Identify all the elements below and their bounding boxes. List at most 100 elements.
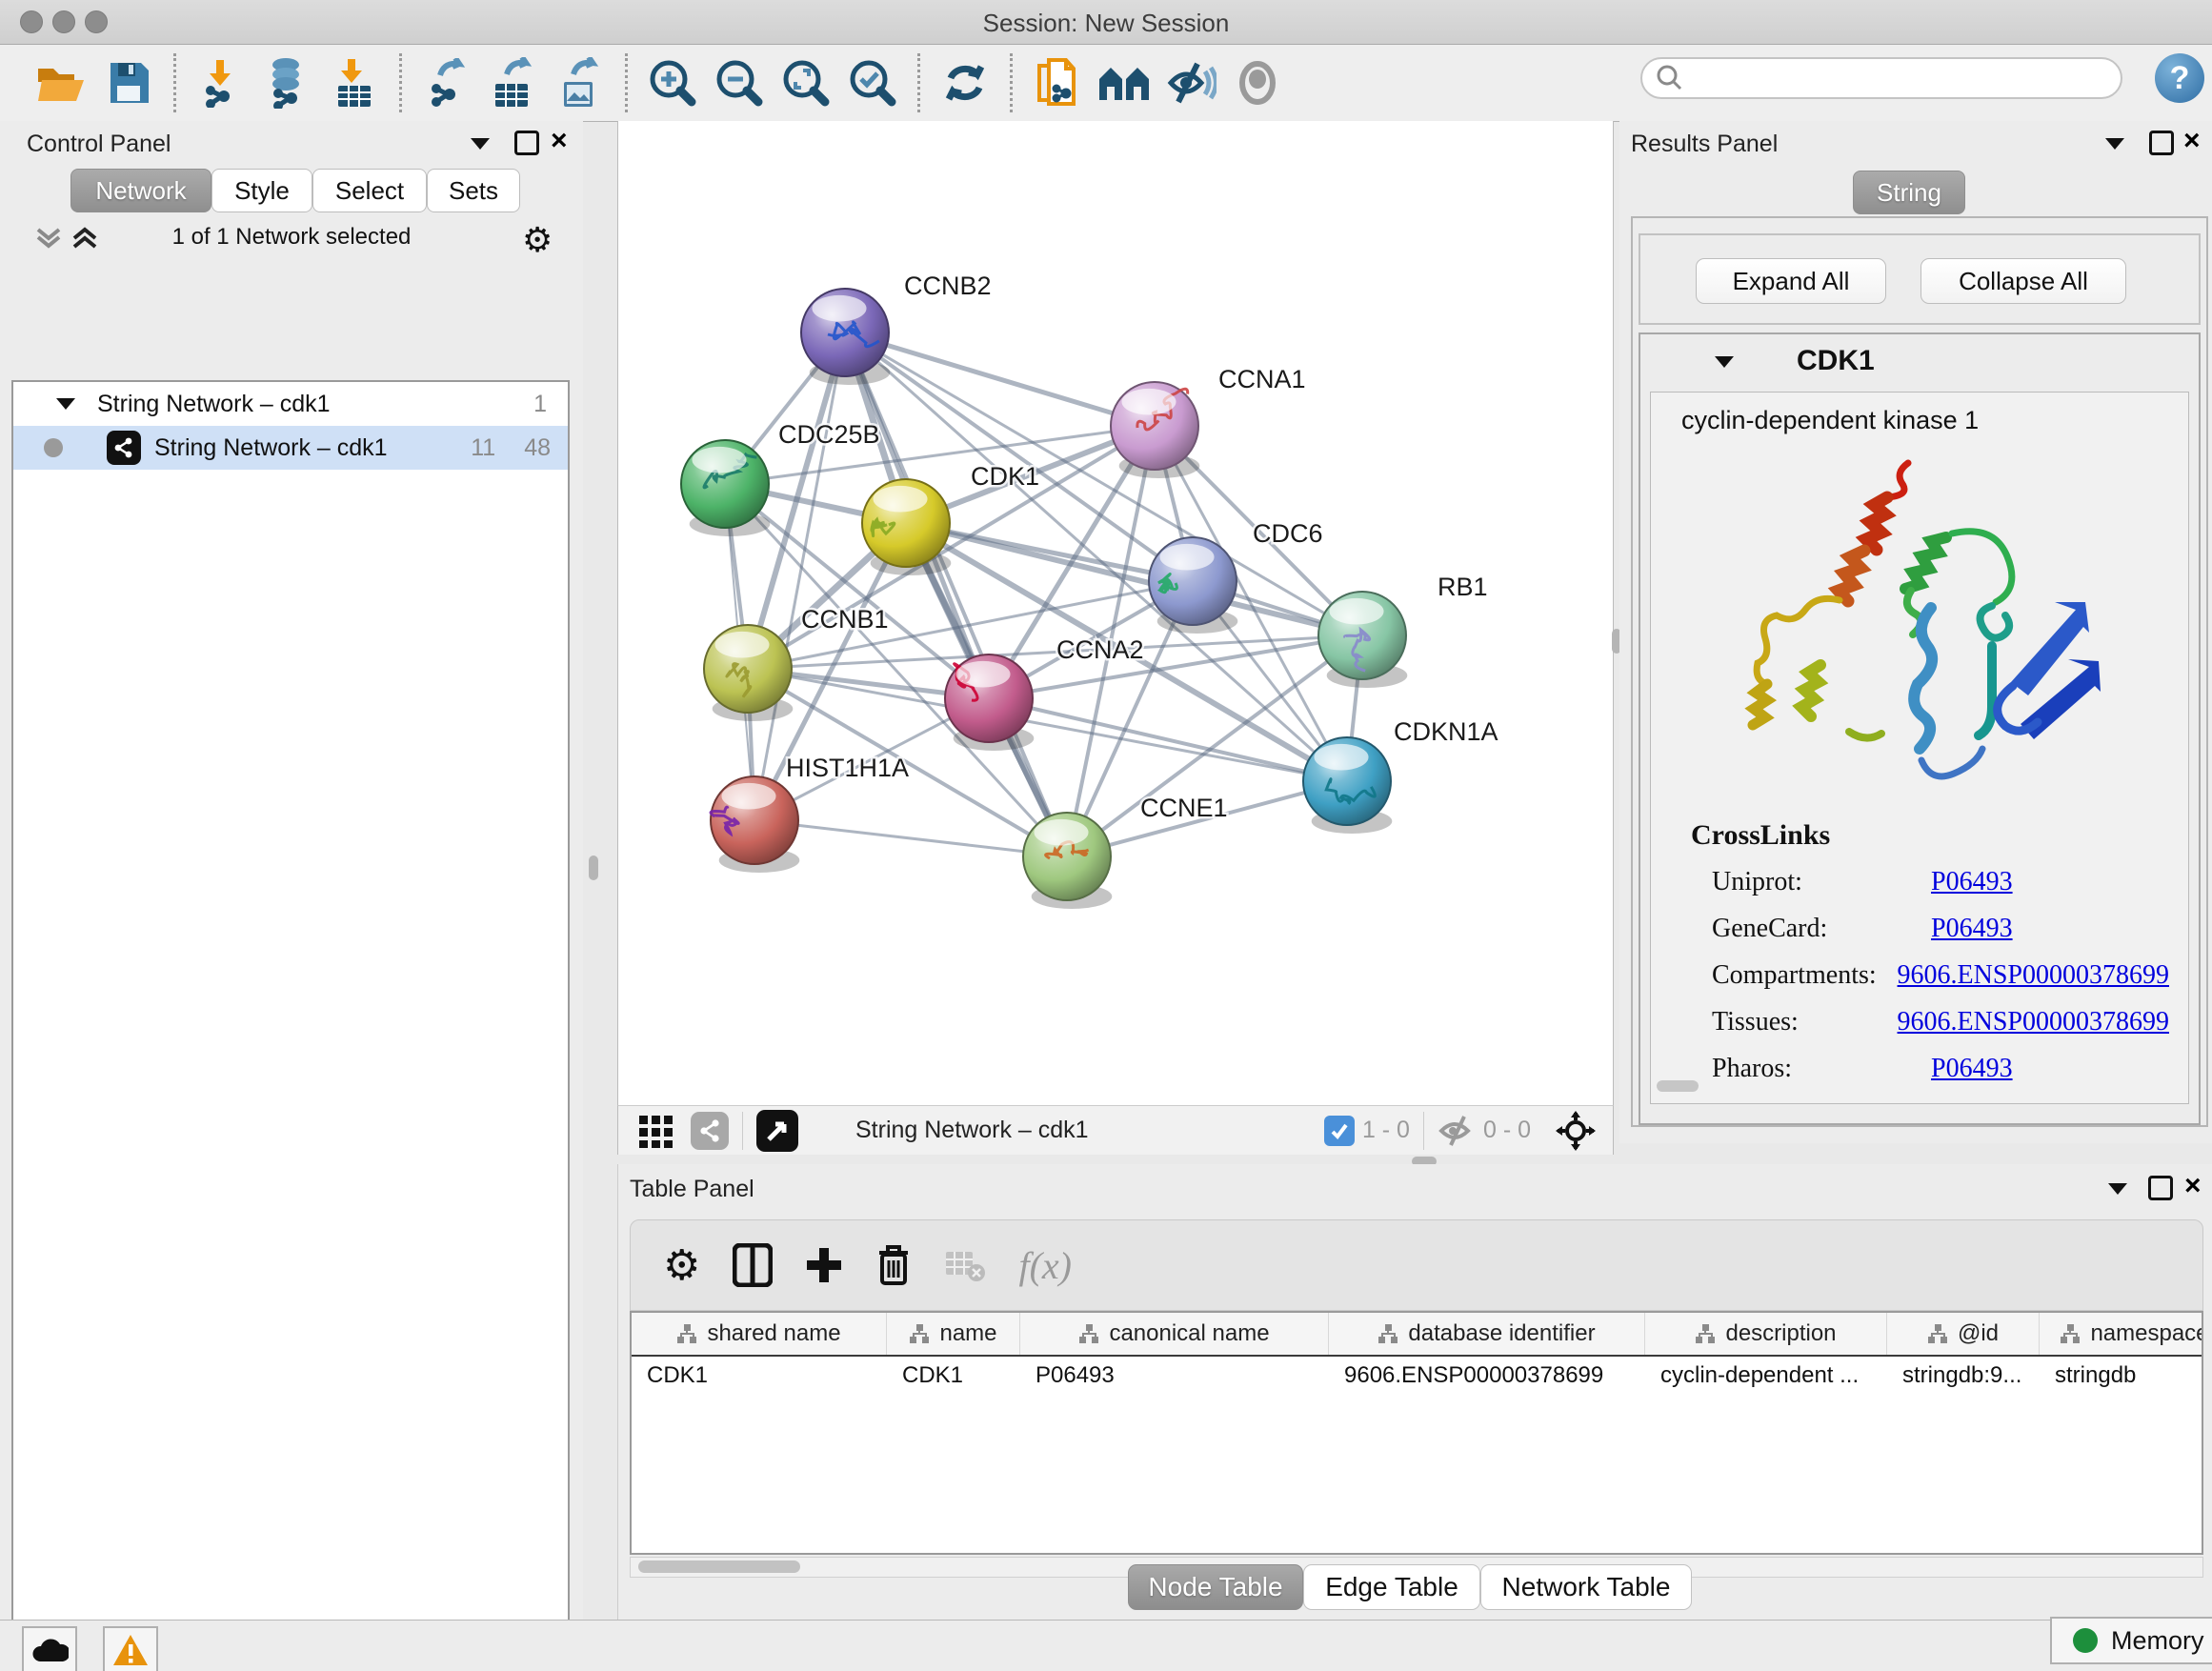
scrollbar-thumb[interactable] — [638, 1560, 800, 1573]
panel-menu-icon[interactable] — [2106, 1179, 2129, 1197]
delete-table-icon[interactable] — [944, 1248, 986, 1282]
zoom-out-button[interactable] — [706, 50, 773, 115]
import-network-database-button[interactable] — [254, 50, 321, 115]
control-panel-title: Control Panel — [27, 131, 171, 158]
open-in-browser-icon[interactable] — [756, 1110, 798, 1152]
tab-node-table[interactable]: Node Table — [1128, 1564, 1303, 1610]
table-settings-gear-icon[interactable]: ⚙ — [663, 1241, 700, 1290]
help-button[interactable]: ? — [2155, 53, 2204, 103]
zoom-in-icon — [648, 58, 697, 108]
warnings-button[interactable] — [103, 1626, 158, 1671]
zoom-in-button[interactable] — [639, 50, 706, 115]
panel-menu-icon[interactable] — [469, 134, 492, 151]
tab-string[interactable]: String — [1853, 171, 1965, 214]
float-panel-icon[interactable] — [2148, 1176, 2173, 1200]
network-node-ccna1[interactable]: CCNA1 — [1111, 365, 1306, 478]
show-columns-icon[interactable] — [733, 1243, 773, 1287]
string-network-badge-icon[interactable] — [691, 1112, 729, 1150]
tab-sets[interactable]: Sets — [427, 169, 520, 212]
close-panel-icon[interactable]: × — [551, 125, 568, 157]
collection-expand-icon[interactable] — [55, 396, 76, 412]
network-collection-row[interactable]: String Network – cdk1 1 — [13, 382, 568, 426]
close-panel-icon[interactable]: × — [2184, 1170, 2202, 1202]
import-table-file-button[interactable] — [321, 50, 388, 115]
birds-eye-grid-icon[interactable] — [639, 1114, 674, 1148]
hidden-eye-slash-icon[interactable] — [1438, 1115, 1476, 1147]
column-header[interactable]: description — [1645, 1313, 1887, 1355]
clone-network-button[interactable] — [1024, 50, 1091, 115]
network-node-hist1h1a[interactable]: HIST1H1A — [711, 754, 909, 873]
column-header[interactable]: namespace — [2040, 1313, 2203, 1355]
zoom-selected-button[interactable] — [839, 50, 906, 115]
column-header[interactable]: @id — [1887, 1313, 2040, 1355]
table-cell[interactable]: P06493 — [1020, 1357, 1329, 1395]
network-options-gear-icon[interactable]: ⚙ — [522, 220, 553, 260]
table-row[interactable]: CDK1CDK1P064939606.ENSP00000378699cyclin… — [632, 1357, 2202, 1395]
table-cell[interactable]: CDK1 — [632, 1357, 887, 1395]
crosslink-value-link[interactable]: P06493 — [1931, 914, 2013, 944]
apply-layout-button[interactable] — [932, 50, 998, 115]
column-header[interactable]: database identifier — [1329, 1313, 1645, 1355]
save-session-button[interactable] — [95, 50, 162, 115]
panel-menu-icon[interactable] — [2103, 134, 2126, 151]
vertical-splitter-handle[interactable] — [589, 856, 598, 880]
crosslink-value-link[interactable]: P06493 — [1931, 867, 2013, 897]
protein-structure-image — [1706, 446, 2106, 817]
table-cell[interactable]: 9606.ENSP00000378699 — [1329, 1357, 1645, 1395]
tab-style[interactable]: Style — [211, 169, 312, 212]
application-window: Session: New Session — [0, 0, 2212, 1671]
table-cell[interactable]: stringdb — [2040, 1357, 2203, 1395]
network-edge[interactable] — [754, 820, 1067, 856]
float-panel-icon[interactable] — [2149, 131, 2174, 155]
search-input[interactable] — [1684, 64, 2088, 92]
tab-select[interactable]: Select — [312, 169, 427, 212]
create-column-plus-icon[interactable] — [805, 1246, 843, 1284]
protein-description: cyclin-dependent kinase 1 — [1651, 393, 2188, 435]
network-graph[interactable]: CCNB2CCNA1CDC25BCDK1CDC6RB1CCNB1CCNA2CDK… — [618, 121, 1613, 1103]
crosslink-value-link[interactable]: 9606.ENSP00000378699 — [1898, 960, 2169, 991]
protein-section-header[interactable]: CDK1 — [1640, 334, 2199, 388]
table-cell[interactable]: CDK1 — [887, 1357, 1020, 1395]
memory-button[interactable]: Memory — [2050, 1617, 2212, 1664]
show-all-button[interactable] — [1224, 50, 1291, 115]
column-header[interactable]: canonical name — [1020, 1313, 1329, 1355]
export-network-button[interactable] — [413, 50, 480, 115]
zoom-fit-content-button[interactable] — [773, 50, 839, 115]
table-cell[interactable]: cyclin-dependent ... — [1645, 1357, 1887, 1395]
export-table-icon — [490, 57, 537, 109]
selected-checkbox-icon[interactable] — [1324, 1116, 1355, 1146]
hide-selected-button[interactable] — [1157, 50, 1224, 115]
section-collapse-icon[interactable] — [1713, 352, 1736, 370]
search-field[interactable] — [1640, 57, 2122, 99]
function-builder-icon[interactable]: f(x) — [1018, 1243, 1072, 1288]
export-table-button[interactable] — [480, 50, 547, 115]
network-edge[interactable] — [845, 332, 1155, 426]
tab-network-table[interactable]: Network Table — [1480, 1564, 1692, 1610]
network-canvas[interactable]: CCNB2CCNA1CDC25BCDK1CDC6RB1CCNB1CCNA2CDK… — [617, 121, 1614, 1105]
float-panel-icon[interactable] — [514, 131, 539, 155]
tab-network[interactable]: Network — [70, 169, 211, 212]
open-session-button[interactable] — [29, 50, 95, 115]
cloud-services-button[interactable] — [22, 1626, 77, 1671]
crosslink-value-link[interactable]: P06493 — [1931, 1054, 2013, 1084]
table-cell[interactable]: stringdb:9... — [1887, 1357, 2040, 1395]
fit-selected-crosshair-icon[interactable] — [1556, 1111, 1596, 1151]
network-row[interactable]: String Network – cdk1 11 48 — [13, 426, 568, 470]
network-node-rb1[interactable]: RB1 — [1318, 573, 1488, 688]
column-header[interactable]: name — [887, 1313, 1020, 1355]
network-node-cdc25b[interactable]: CDC25B — [681, 420, 880, 536]
network-node-cdkn1a[interactable]: CDKN1A — [1303, 717, 1498, 834]
export-image-button[interactable] — [547, 50, 613, 115]
close-panel-icon[interactable]: × — [2183, 125, 2201, 157]
results-scrollbar-thumb[interactable] — [1657, 1080, 1699, 1092]
import-network-file-button[interactable] — [188, 50, 254, 115]
tab-edge-table[interactable]: Edge Table — [1303, 1564, 1480, 1610]
expand-all-button[interactable]: Expand All — [1696, 258, 1886, 304]
column-header[interactable]: shared name — [632, 1313, 887, 1355]
first-neighbors-button[interactable] — [1091, 50, 1157, 115]
delete-column-trash-icon[interactable] — [875, 1243, 912, 1287]
network-edge[interactable] — [754, 332, 845, 820]
node-label: CDC25B — [778, 420, 880, 449]
collapse-all-button[interactable]: Collapse All — [1920, 258, 2126, 304]
crosslink-value-link[interactable]: 9606.ENSP00000378699 — [1898, 1007, 2169, 1037]
